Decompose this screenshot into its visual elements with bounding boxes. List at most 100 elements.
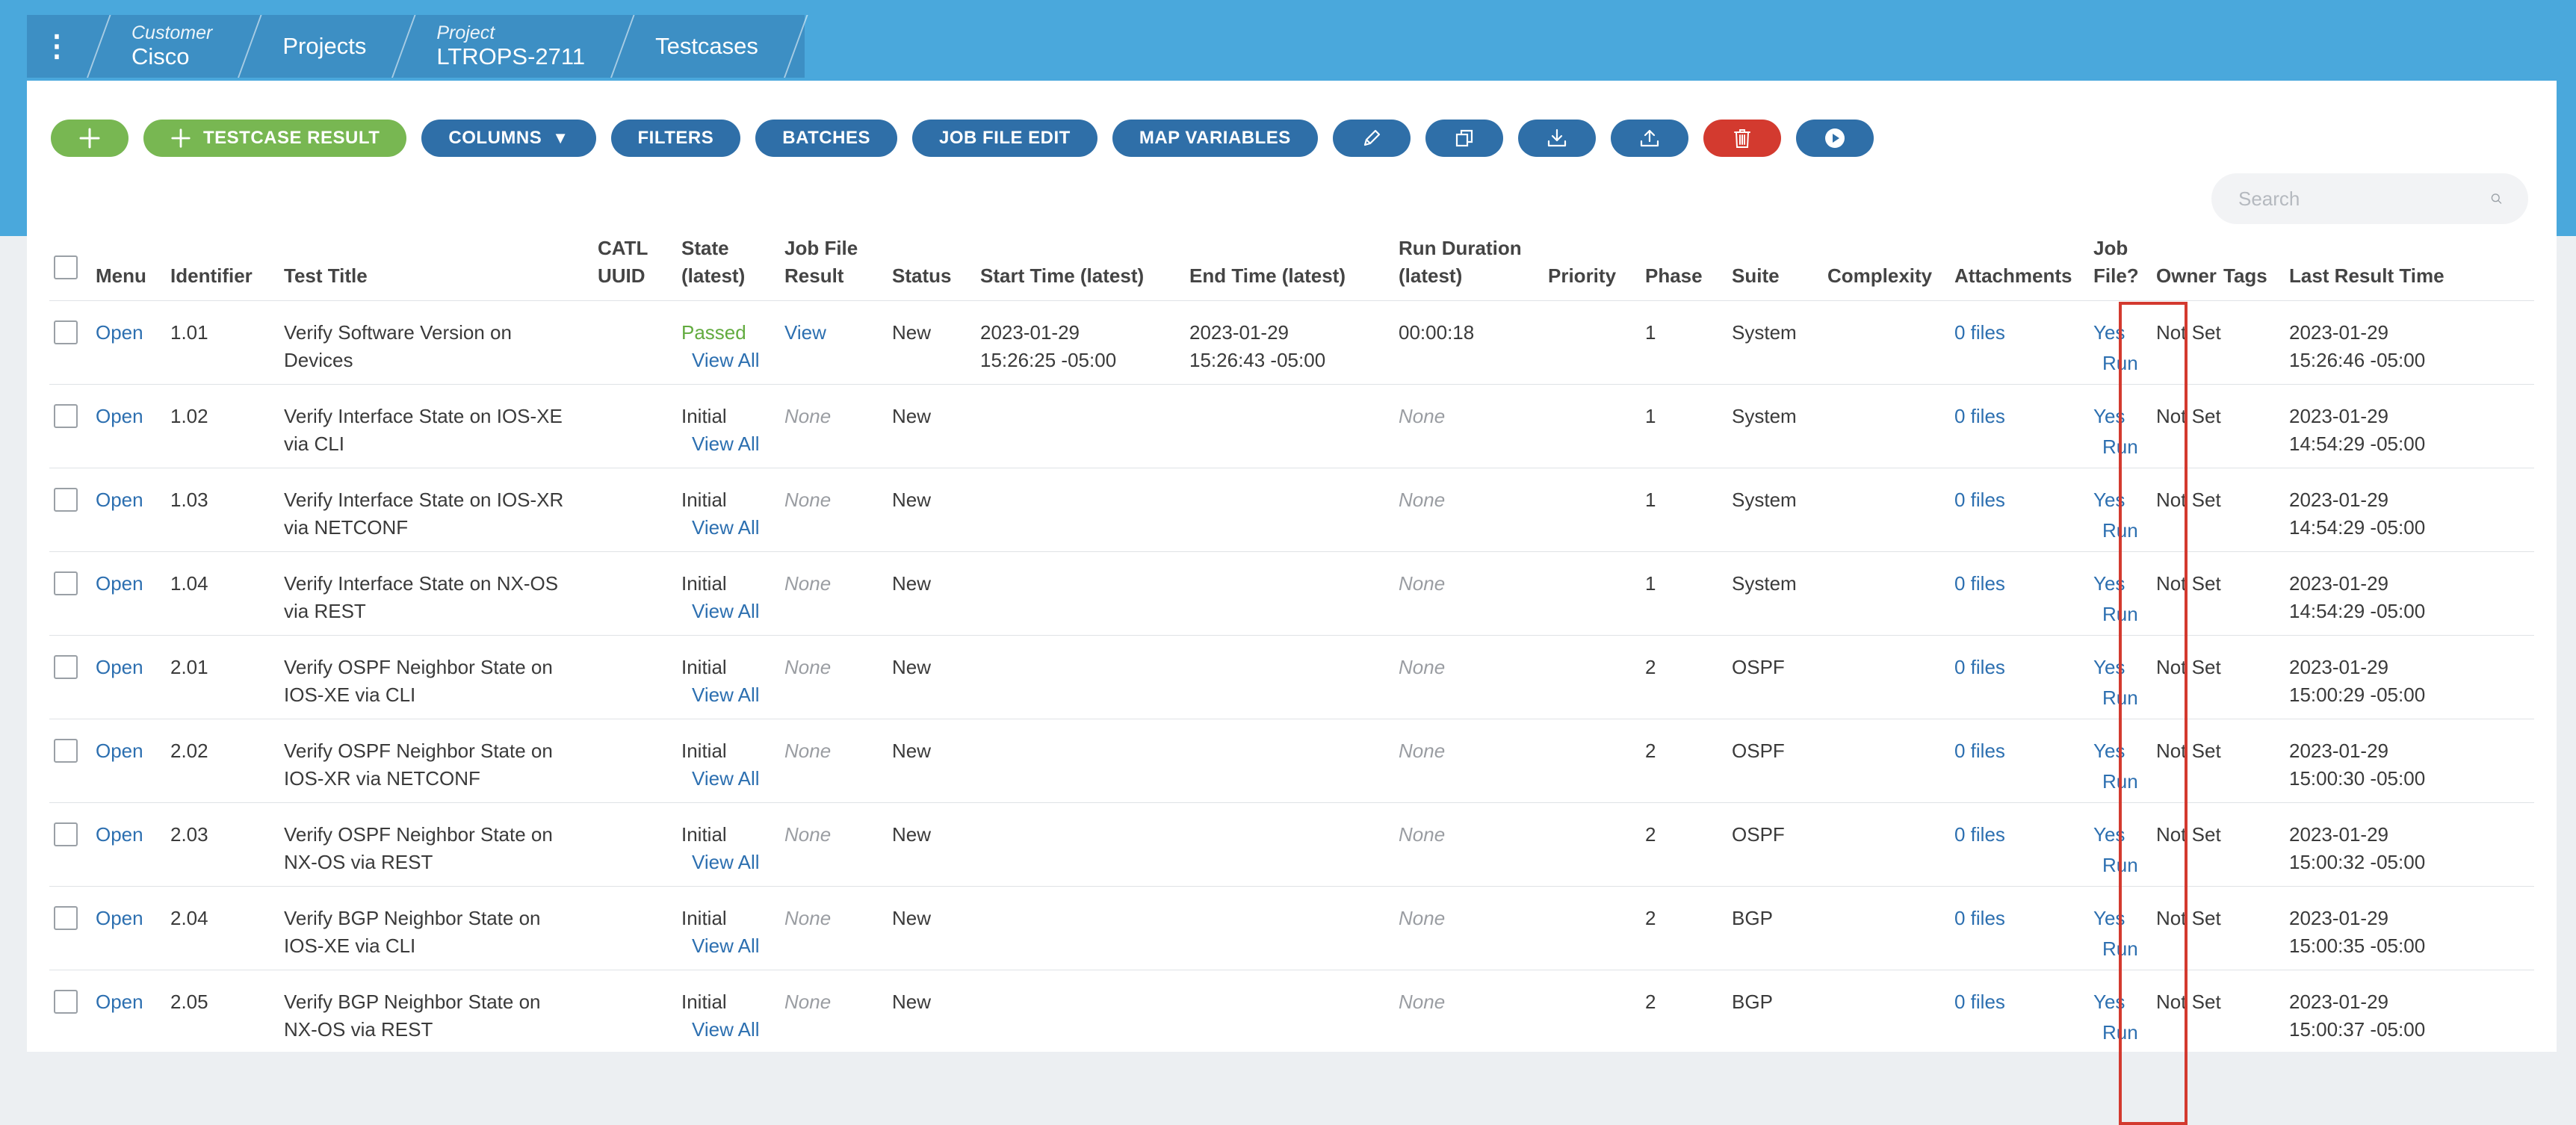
- column-header-attachments[interactable]: Attachments: [1954, 235, 2081, 301]
- column-header-owner[interactable]: Owner: [2156, 235, 2223, 301]
- run-link[interactable]: Run: [2093, 1019, 2156, 1047]
- run-link[interactable]: Run: [2093, 852, 2156, 879]
- view-all-link[interactable]: View All: [681, 681, 784, 709]
- column-header-run-duration[interactable]: Run Duration (latest): [1399, 235, 1548, 301]
- row-checkbox[interactable]: [54, 404, 78, 428]
- batches-button[interactable]: BATCHES: [755, 120, 897, 157]
- column-header-end-time[interactable]: End Time (latest): [1189, 235, 1399, 301]
- attachments-link[interactable]: 0 files: [1954, 405, 2005, 427]
- column-header-menu[interactable]: Menu: [96, 235, 170, 301]
- job-file-yes-link[interactable]: Yes: [2093, 737, 2156, 765]
- view-all-link[interactable]: View All: [681, 347, 784, 374]
- select-all-checkbox[interactable]: [54, 255, 78, 279]
- attachments-link[interactable]: 0 files: [1954, 740, 2005, 762]
- column-header-complexity[interactable]: Complexity: [1827, 235, 1954, 301]
- job-file-yes-link[interactable]: Yes: [2093, 821, 2156, 849]
- run-link[interactable]: Run: [2093, 517, 2156, 545]
- attachments-link[interactable]: 0 files: [1954, 823, 2005, 846]
- breadcrumb-project[interactable]: Project LTROPS-2711: [391, 15, 610, 78]
- job-file-yes-link[interactable]: Yes: [2093, 654, 2156, 681]
- view-all-link[interactable]: View All: [681, 765, 784, 793]
- trash-icon: [1733, 129, 1750, 148]
- attachments-link[interactable]: 0 files: [1954, 572, 2005, 595]
- run-link[interactable]: Run: [2093, 935, 2156, 963]
- column-header-tags[interactable]: Tags: [2223, 235, 2289, 301]
- column-header-last-result-time[interactable]: Last Result Time: [2289, 235, 2534, 301]
- open-link[interactable]: Open: [96, 740, 143, 762]
- map-variables-button[interactable]: MAP VARIABLES: [1112, 120, 1318, 157]
- attachments-link[interactable]: 0 files: [1954, 991, 2005, 1013]
- breadcrumb-testcases[interactable]: Testcases: [610, 15, 784, 78]
- column-header-job-file[interactable]: Job File?: [2081, 235, 2156, 301]
- kebab-menu-icon[interactable]: ⋮: [27, 15, 87, 78]
- row-checkbox[interactable]: [54, 739, 78, 763]
- column-header-phase[interactable]: Phase: [1645, 235, 1732, 301]
- filters-button[interactable]: FILTERS: [610, 120, 741, 157]
- column-header-start-time[interactable]: Start Time (latest): [980, 235, 1189, 301]
- job-file-yes-link[interactable]: Yes: [2093, 486, 2156, 514]
- breadcrumb-customer[interactable]: Customer Cisco: [87, 15, 238, 78]
- upload-button[interactable]: [1610, 120, 1688, 157]
- run-link[interactable]: Run: [2093, 768, 2156, 796]
- attachments-cell: 0 files: [1954, 970, 2081, 1053]
- run-button[interactable]: [1795, 120, 1874, 157]
- column-header-identifier[interactable]: Identifier: [170, 235, 284, 301]
- view-all-link[interactable]: View All: [681, 1016, 784, 1044]
- column-header-job-file-result[interactable]: Job File Result: [784, 235, 892, 301]
- job-file-edit-button[interactable]: JOB FILE EDIT: [911, 120, 1097, 157]
- column-header-suite[interactable]: Suite: [1732, 235, 1827, 301]
- attachments-link[interactable]: 0 files: [1954, 321, 2005, 344]
- row-checkbox[interactable]: [54, 488, 78, 512]
- column-header-job-file-result-line2: Result: [784, 264, 844, 287]
- job-file-yes-link[interactable]: Yes: [2093, 988, 2156, 1016]
- view-all-link[interactable]: View All: [681, 514, 784, 542]
- copy-button[interactable]: [1425, 120, 1503, 157]
- open-link[interactable]: Open: [96, 572, 143, 595]
- add-button[interactable]: [51, 120, 129, 157]
- job-file-result-value: None: [784, 740, 832, 762]
- row-checkbox[interactable]: [54, 906, 78, 930]
- row-checkbox[interactable]: [54, 571, 78, 595]
- open-link[interactable]: Open: [96, 823, 143, 846]
- open-link[interactable]: Open: [96, 656, 143, 678]
- open-link[interactable]: Open: [96, 405, 143, 427]
- job-file-result-value[interactable]: View: [784, 321, 826, 344]
- view-all-link[interactable]: View All: [681, 430, 784, 458]
- view-all-link[interactable]: View All: [681, 849, 784, 876]
- row-checkbox[interactable]: [54, 320, 78, 344]
- row-checkbox[interactable]: [54, 655, 78, 679]
- testcase-result-button[interactable]: TESTCASE RESULT: [143, 120, 407, 157]
- breadcrumb-projects[interactable]: Projects: [238, 15, 391, 78]
- download-button[interactable]: [1517, 120, 1596, 157]
- attachments-link[interactable]: 0 files: [1954, 489, 2005, 511]
- attachments-link[interactable]: 0 files: [1954, 907, 2005, 929]
- edit-button[interactable]: [1332, 120, 1411, 157]
- view-all-link[interactable]: View All: [681, 932, 784, 960]
- run-link[interactable]: Run: [2093, 684, 2156, 712]
- job-file-yes-link[interactable]: Yes: [2093, 403, 2156, 430]
- row-checkbox[interactable]: [54, 990, 78, 1014]
- run-duration-cell: None: [1399, 468, 1548, 552]
- open-link[interactable]: Open: [96, 991, 143, 1013]
- column-header-test-title[interactable]: Test Title: [284, 235, 598, 301]
- search-icon[interactable]: [2490, 188, 2503, 209]
- open-link[interactable]: Open: [96, 907, 143, 929]
- open-link[interactable]: Open: [96, 489, 143, 511]
- run-link[interactable]: Run: [2093, 350, 2156, 377]
- job-file-yes-link[interactable]: Yes: [2093, 319, 2156, 347]
- open-link[interactable]: Open: [96, 321, 143, 344]
- row-checkbox[interactable]: [54, 822, 78, 846]
- column-header-catl-uuid[interactable]: CATL UUID: [598, 235, 681, 301]
- column-header-status[interactable]: Status: [892, 235, 980, 301]
- job-file-yes-link[interactable]: Yes: [2093, 570, 2156, 598]
- column-header-priority[interactable]: Priority: [1548, 235, 1645, 301]
- columns-button[interactable]: COLUMNS ▼: [421, 120, 596, 157]
- run-link[interactable]: Run: [2093, 433, 2156, 461]
- column-header-state[interactable]: State (latest): [681, 235, 784, 301]
- search-input[interactable]: [2237, 186, 2490, 211]
- run-link[interactable]: Run: [2093, 601, 2156, 628]
- attachments-link[interactable]: 0 files: [1954, 656, 2005, 678]
- job-file-yes-link[interactable]: Yes: [2093, 905, 2156, 932]
- view-all-link[interactable]: View All: [681, 598, 784, 625]
- delete-button[interactable]: [1703, 120, 1781, 157]
